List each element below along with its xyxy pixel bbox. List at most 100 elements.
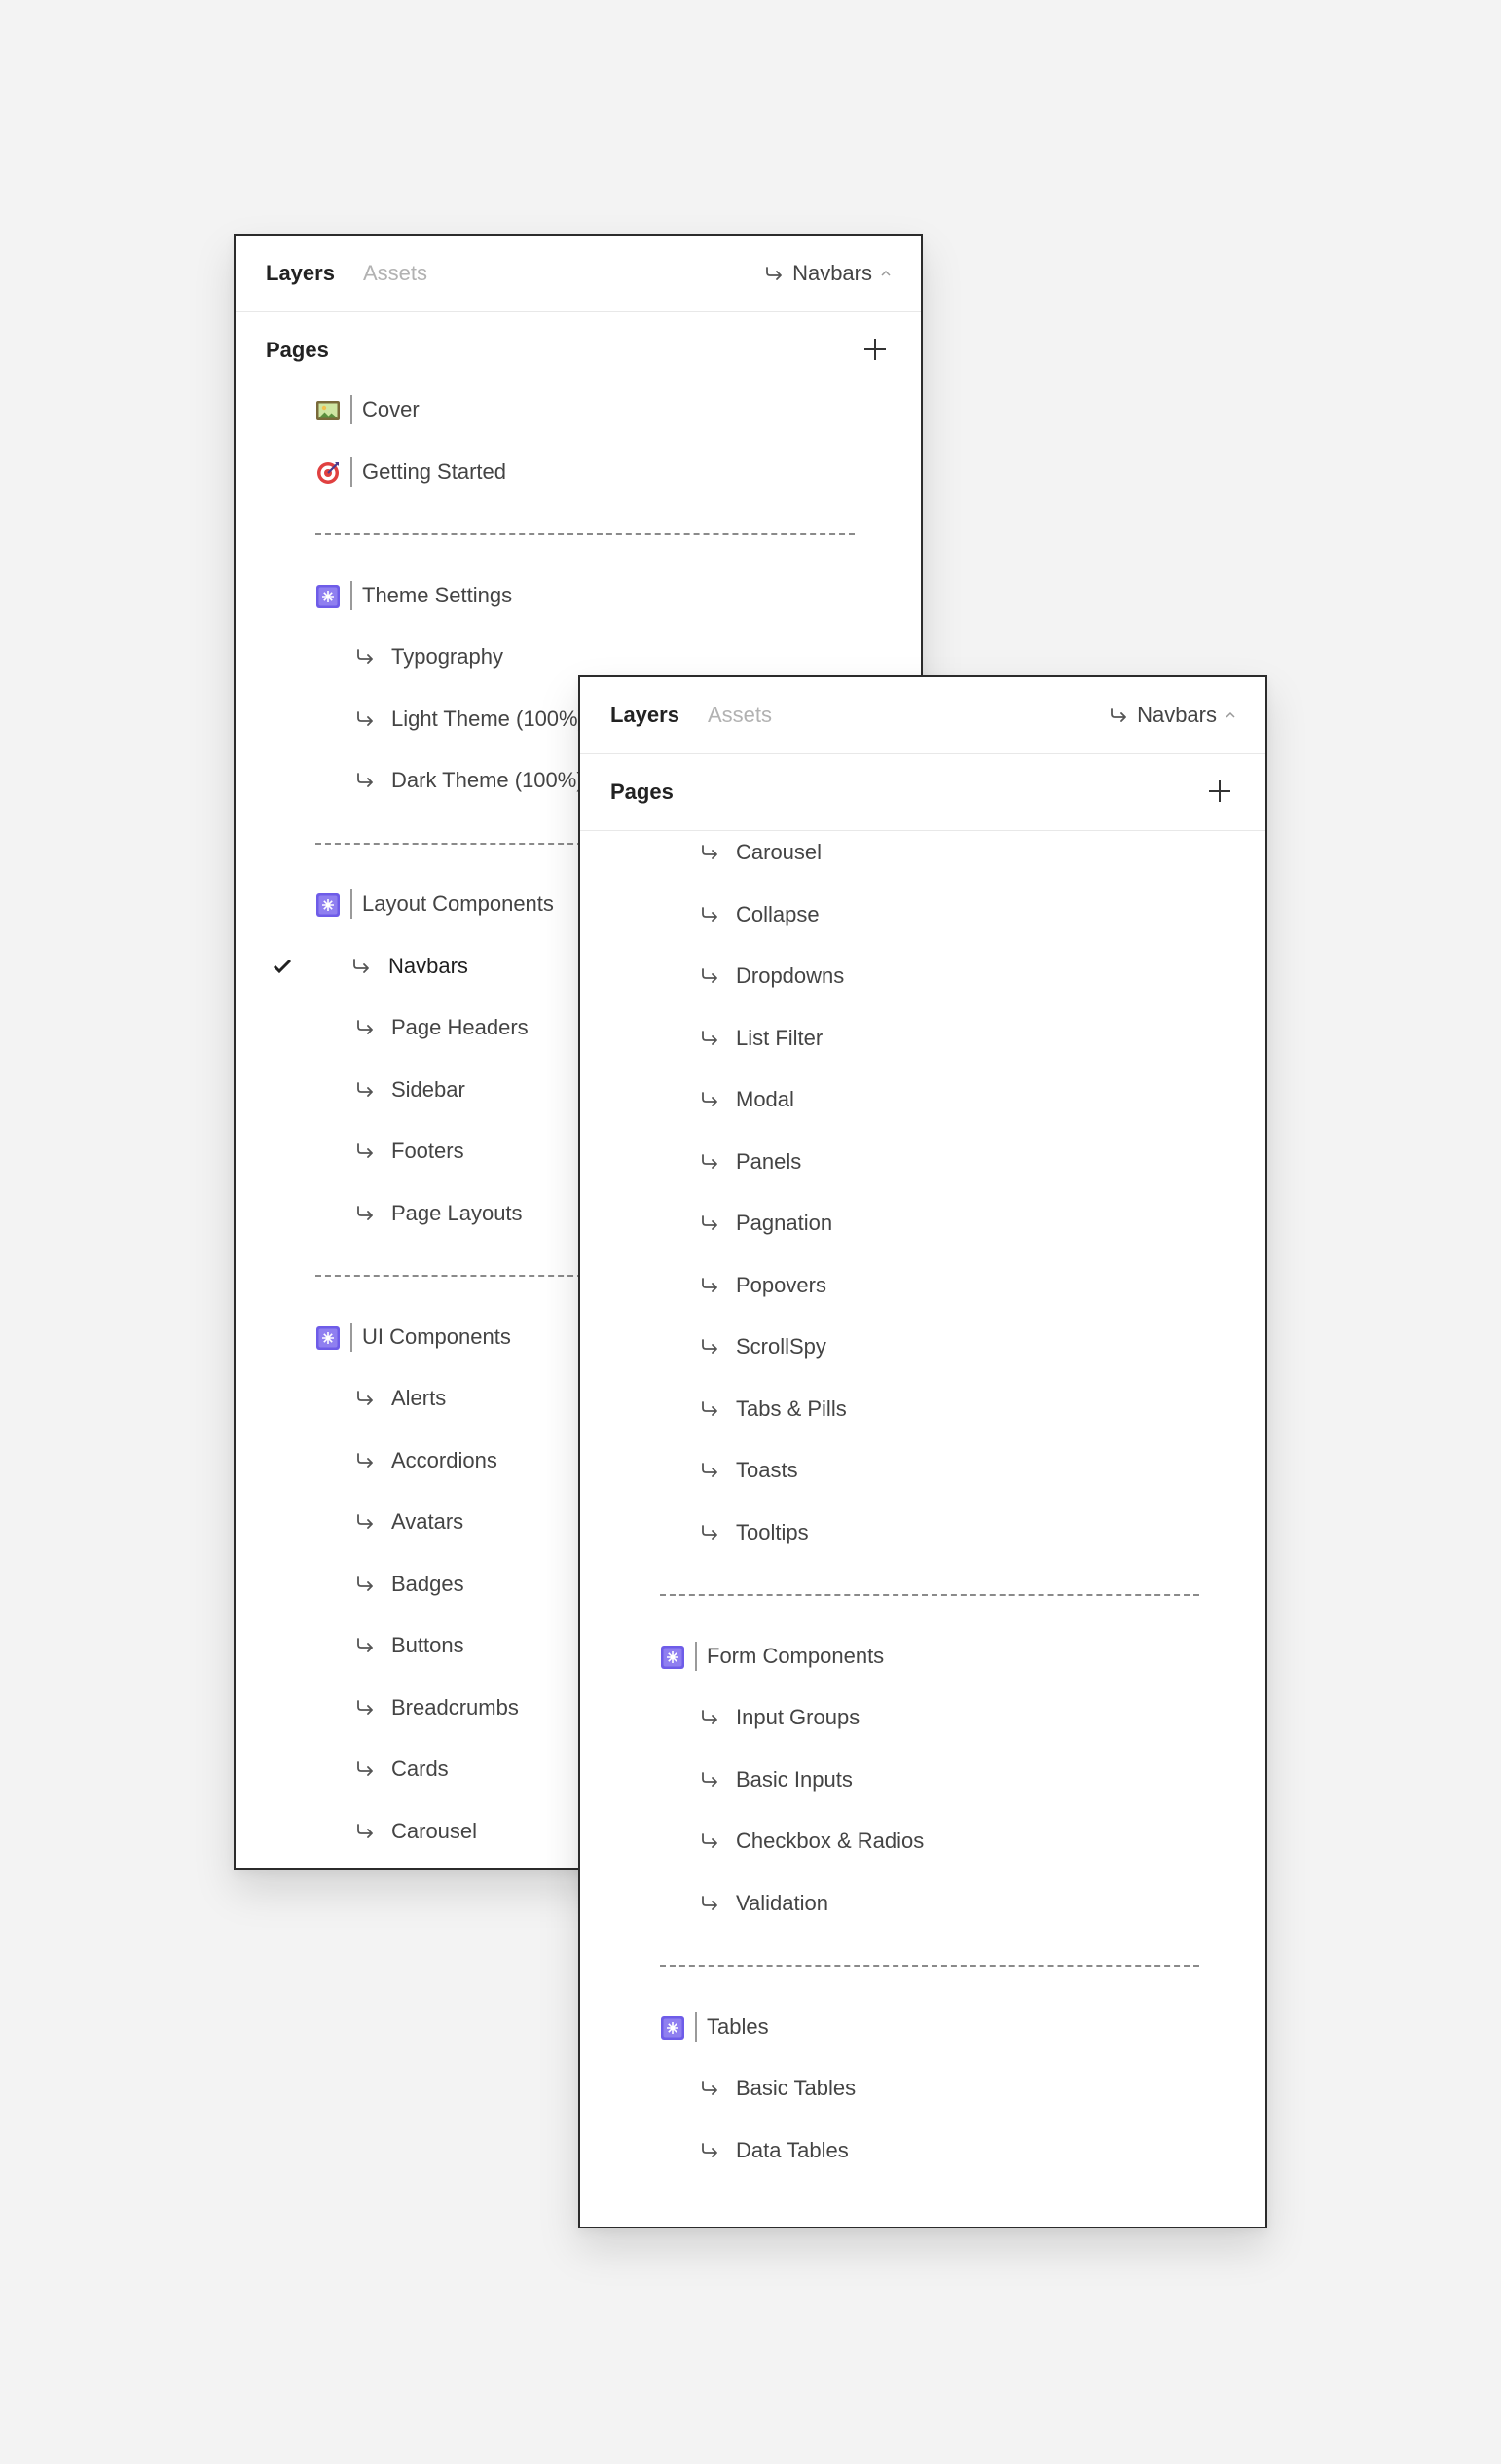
divider-bar <box>350 580 352 610</box>
page-label: Modal <box>736 1087 794 1111</box>
return-arrow-icon <box>702 1710 717 1724</box>
tab-layers[interactable]: Layers <box>610 701 679 730</box>
current-page-switcher[interactable]: Navbars <box>763 259 892 288</box>
return-arrow-icon <box>357 1020 373 1034</box>
component-icon <box>661 2015 684 2040</box>
page-label: Tabs & Pills <box>736 1395 847 1421</box>
dashed-line <box>660 1594 1199 1596</box>
page-label: Checkbox & Radios <box>736 1829 925 1853</box>
section-divider <box>580 1575 1265 1613</box>
page-label: Sidebar <box>391 1076 465 1102</box>
page-label: Basic Tables <box>736 2076 857 2100</box>
page-label: Validation <box>736 1890 828 1915</box>
return-arrow-icon <box>702 1524 717 1540</box>
page-label: Cards <box>391 1757 449 1781</box>
return-arrow-icon <box>357 710 373 726</box>
add-page-icon[interactable] <box>862 337 888 362</box>
return-arrow-icon <box>357 1205 373 1220</box>
tab-assets[interactable]: Assets <box>363 259 427 288</box>
page-item[interactable]: Toasts <box>580 1451 1265 1490</box>
pages-header: Pages <box>236 312 921 388</box>
chevron-up-icon <box>1226 711 1235 718</box>
page-label: Badges <box>391 1571 464 1596</box>
return-arrow-icon <box>702 906 717 922</box>
page-label: Accordions <box>391 1447 497 1472</box>
return-arrow-icon <box>357 1576 373 1591</box>
current-page-switcher[interactable]: Navbars <box>1108 701 1236 730</box>
page-label: Page Layouts <box>391 1200 523 1225</box>
page-label: Data Tables <box>736 2137 849 2162</box>
return-arrow-icon <box>702 845 717 859</box>
page-group-item[interactable]: Form Components <box>580 1637 1265 1676</box>
return-arrow-icon <box>357 1391 373 1405</box>
page-item[interactable]: Basic Inputs <box>580 1760 1265 1799</box>
pages-header: Pages <box>580 754 1265 831</box>
tab-assets[interactable]: Assets <box>708 701 772 730</box>
page-label: Input Groups <box>736 1705 860 1729</box>
page-label: Dropdowns <box>736 963 845 988</box>
page-label: Typography <box>391 644 503 669</box>
page-label: Popovers <box>736 1272 826 1297</box>
page-item[interactable]: ScrollSpy <box>580 1327 1265 1366</box>
page-item[interactable]: Basic Tables <box>580 2069 1265 2108</box>
page-label: Footers <box>391 1139 464 1163</box>
return-arrow-icon <box>357 773 373 787</box>
page-group-item[interactable]: Tables <box>580 2008 1265 2047</box>
image-icon <box>316 401 340 420</box>
page-item[interactable]: Modal <box>580 1080 1265 1119</box>
page-label: Basic Inputs <box>736 1766 853 1792</box>
return-arrow-icon <box>702 2081 717 2095</box>
page-item[interactable]: Validation <box>580 1884 1265 1923</box>
page-label: Light Theme (100%) <box>391 706 585 731</box>
page-label: Toasts <box>736 1458 798 1482</box>
page-group-item[interactable]: Theme Settings <box>236 576 921 615</box>
page-item[interactable]: Pagnation <box>580 1204 1265 1243</box>
return-arrow-icon <box>702 1400 717 1416</box>
component-icon <box>661 1645 684 1669</box>
page-item[interactable]: Typography <box>236 637 921 676</box>
return-arrow-icon <box>357 1699 373 1715</box>
return-arrow-icon <box>702 1833 717 1848</box>
return-arrow-icon <box>702 1030 717 1045</box>
page-label: Getting Started <box>362 458 506 484</box>
return-arrow-icon <box>357 1514 373 1529</box>
pages-label: Pages <box>266 338 329 362</box>
page-label: Carousel <box>736 840 823 864</box>
page-item[interactable]: Dropdowns <box>580 957 1265 996</box>
return-arrow-icon <box>357 1452 373 1468</box>
page-group-item[interactable]: Cover <box>236 390 921 429</box>
page-item[interactable]: Tabs & Pills <box>580 1390 1265 1429</box>
page-item[interactable]: Input Groups <box>580 1698 1265 1737</box>
page-item[interactable]: Checkbox & Radios <box>580 1822 1265 1861</box>
return-arrow-icon <box>1111 708 1126 722</box>
page-item[interactable]: Data Tables <box>580 2131 1265 2170</box>
page-label: Alerts <box>391 1386 447 1410</box>
divider-bar <box>350 395 352 424</box>
return-arrow-icon <box>702 1153 717 1169</box>
return-arrow-icon <box>702 1215 717 1230</box>
page-label: Dark Theme (100%) <box>391 768 584 792</box>
tab-layers[interactable]: Layers <box>266 259 335 288</box>
add-page-icon[interactable] <box>1207 779 1232 804</box>
page-label: Carousel <box>391 1818 478 1843</box>
layers-panel-front: Layers Assets Navbars Pages Carousel Coll… <box>578 675 1267 2228</box>
page-label: Page Headers <box>391 1015 529 1039</box>
chevron-up-icon <box>881 270 891 276</box>
page-group-item[interactable]: Getting Started <box>236 453 921 491</box>
page-label: Theme Settings <box>362 582 513 607</box>
page-item[interactable]: Collapse <box>580 895 1265 934</box>
return-arrow-icon <box>357 1081 373 1097</box>
return-arrow-icon <box>702 1895 717 1910</box>
page-item[interactable]: Tooltips <box>580 1513 1265 1552</box>
return-arrow-icon <box>357 1761 373 1776</box>
target-icon <box>317 461 339 484</box>
page-item[interactable]: Popovers <box>580 1266 1265 1305</box>
page-item[interactable]: Panels <box>580 1142 1265 1181</box>
page-label: Panels <box>736 1148 802 1174</box>
checkmark-icon <box>273 959 292 973</box>
section-divider <box>236 514 921 553</box>
page-item[interactable]: Carousel <box>580 833 1265 872</box>
return-arrow-icon <box>357 1143 373 1158</box>
return-arrow-icon <box>702 2142 717 2157</box>
page-item[interactable]: List Filter <box>580 1019 1265 1058</box>
